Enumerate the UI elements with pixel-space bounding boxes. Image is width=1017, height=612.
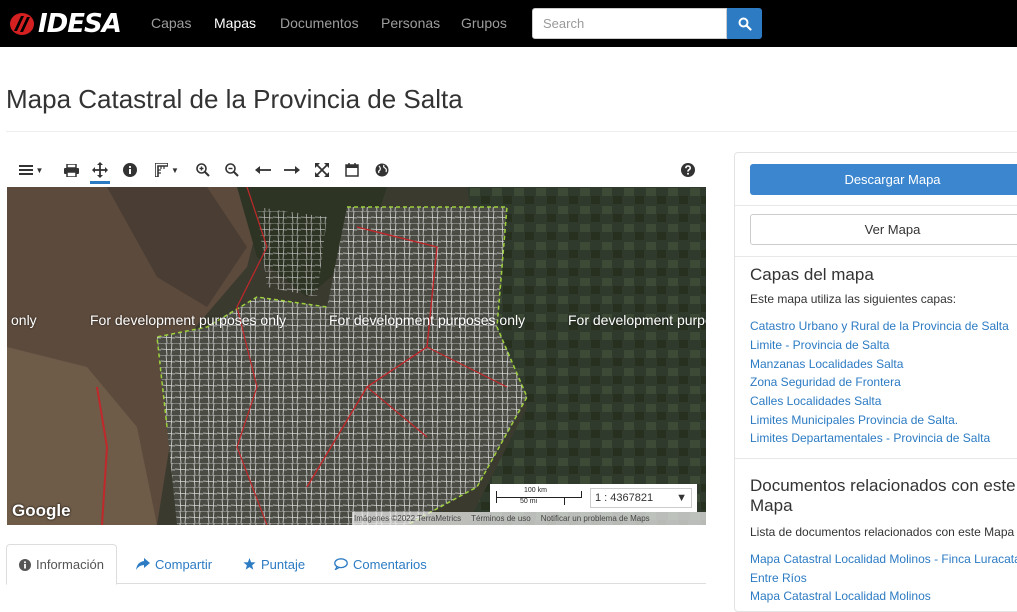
dev-watermark: only (11, 312, 37, 328)
arrow-right-icon (284, 166, 300, 174)
info-icon (123, 163, 137, 177)
satellite-imagery (7, 187, 706, 525)
top-navbar: IDESA Capas Mapas Documentos Personas Gr… (0, 0, 1017, 47)
tab-label: Compartir (155, 556, 213, 572)
panel-divider (735, 256, 1017, 257)
zoom-in-icon (196, 163, 210, 177)
full-extent-button[interactable] (313, 158, 331, 182)
share-icon (136, 558, 150, 570)
scale-select[interactable]: 1 : 4367821 ▼ (590, 488, 692, 508)
view-map-button[interactable]: Ver Mapa (750, 214, 1017, 245)
document-link[interactable]: Mapa Catastral Localidad Molinos (750, 589, 931, 603)
print-icon (63, 163, 79, 177)
caret-down-icon: ▼ (35, 165, 44, 175)
zoom-out-button[interactable] (223, 158, 241, 182)
dropdown-arrow-icon: ▼ (676, 492, 687, 504)
documents-heading: Documentos relacionados con este Mapa (750, 476, 1016, 515)
title-divider (6, 131, 1017, 132)
layer-link[interactable]: Limites Municipales Provincia de Salta. (750, 413, 958, 427)
documents-intro: Lista de documentos relacionados con est… (750, 525, 1015, 539)
scale-ratio: 1 : 4367821 (595, 492, 654, 504)
idesa-logo-icon (8, 11, 36, 37)
layer-link[interactable]: Limite - Provincia de Salta (750, 338, 889, 352)
map-viewport[interactable]: only For development purposes only For d… (7, 187, 706, 525)
measure-button[interactable]: ▼ (151, 158, 183, 182)
nav-link-grupos[interactable]: Grupos (461, 15, 507, 31)
search-field (532, 8, 727, 39)
tab-puntaje[interactable]: Puntaje (231, 544, 317, 584)
dev-watermark: For development purposes only (329, 312, 526, 328)
tab-label: Puntaje (261, 556, 306, 572)
map-toolbar: ▼ ▼ (6, 158, 706, 184)
layer-link[interactable]: Zona Seguridad de Frontera (750, 375, 901, 389)
document-link[interactable]: Entre Ríos (750, 571, 807, 585)
tab-comentarios[interactable]: Comentarios (322, 544, 439, 584)
caret-down-icon: ▼ (171, 165, 179, 175)
brand-logo[interactable]: IDESA (8, 9, 122, 39)
move-icon (92, 162, 108, 178)
search-icon (738, 17, 752, 31)
hamburger-icon (18, 165, 33, 175)
layers-intro: Este mapa utiliza las siguientes capas: (750, 292, 957, 306)
tab-label: Información (36, 557, 104, 572)
panel-divider (735, 205, 1017, 206)
print-button[interactable] (61, 158, 81, 182)
dev-watermark: For development purposes only (90, 312, 287, 328)
nav-link-mapas[interactable]: Mapas (214, 15, 256, 31)
scale-control: 100 km 50 mi 1 : 4367821 ▼ (490, 484, 697, 512)
download-map-button[interactable]: Descargar Mapa (750, 164, 1017, 195)
calendar-button[interactable] (343, 158, 361, 182)
scale-bar: 100 km 50 mi (494, 487, 584, 509)
search-input[interactable] (533, 9, 726, 38)
brand-name: IDESA (38, 9, 122, 39)
arrow-left-icon (255, 166, 271, 174)
expand-icon (315, 163, 329, 177)
previous-extent-button[interactable] (253, 158, 273, 182)
layers-heading: Capas del mapa (750, 265, 874, 284)
scale-km-label: 100 km (524, 487, 547, 494)
panel-divider (735, 458, 1017, 459)
layer-link[interactable]: Calles Localidades Salta (750, 394, 881, 408)
pan-button[interactable] (90, 158, 110, 184)
scale-mi-label: 50 mi (520, 498, 538, 505)
globe-icon (375, 163, 389, 177)
dev-watermark: For development purpos (568, 312, 706, 328)
calendar-icon (345, 163, 359, 177)
help-icon (681, 163, 695, 177)
search-button[interactable] (727, 8, 762, 39)
ruler-icon (155, 163, 169, 177)
comment-icon (334, 558, 348, 570)
imagery-credit: Imágenes ©2022 TerraMetrics (354, 514, 462, 523)
basemap-button[interactable] (373, 158, 391, 182)
tab-compartir[interactable]: Compartir (124, 544, 224, 584)
zoom-out-icon (225, 163, 239, 177)
tab-label: Comentarios (353, 556, 427, 572)
nav-link-documentos[interactable]: Documentos (280, 15, 359, 31)
map-sidebar-panel: Descargar Mapa Ver Mapa Capas del mapa E… (734, 152, 1017, 612)
star-icon (243, 558, 256, 570)
nav-link-personas[interactable]: Personas (381, 15, 440, 31)
google-logo: Google (12, 501, 71, 520)
info-icon (19, 558, 31, 571)
report-problem-link[interactable]: Notificar un problema de Maps (541, 514, 650, 523)
zoom-in-button[interactable] (194, 158, 212, 182)
menu-button[interactable]: ▼ (16, 158, 46, 182)
next-extent-button[interactable] (282, 158, 302, 182)
map-tabs: Información Compartir Puntaje Comentario… (6, 544, 706, 585)
info-tool-button[interactable] (121, 158, 139, 182)
terms-link[interactable]: Términos de uso (471, 514, 531, 523)
help-button[interactable] (679, 158, 697, 182)
page-title: Mapa Catastral de la Provincia de Salta (6, 84, 463, 114)
layer-link[interactable]: Limites Departamentales - Provincia de S… (750, 431, 990, 445)
layer-link[interactable]: Catastro Urbano y Rural de la Provincia … (750, 319, 1009, 333)
map-attribution: Imágenes ©2022 TerraMetrics Términos de … (352, 512, 706, 525)
document-link[interactable]: Mapa Catastral Localidad Molinos - Finca… (750, 552, 1017, 566)
nav-link-capas[interactable]: Capas (151, 15, 191, 31)
tab-informacion[interactable]: Información (6, 544, 117, 585)
layer-link[interactable]: Manzanas Localidades Salta (750, 357, 903, 371)
